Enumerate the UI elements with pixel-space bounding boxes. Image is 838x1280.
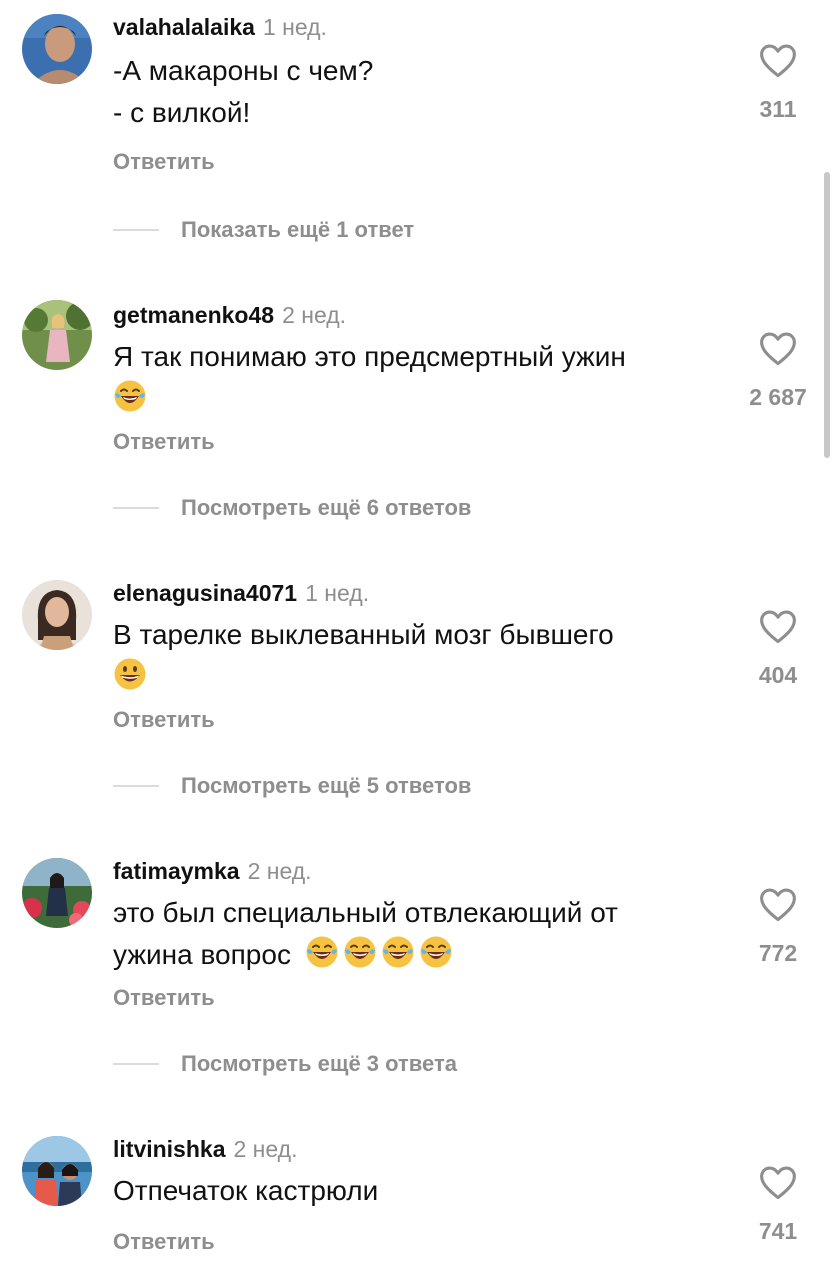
like-button[interactable]: 2 687 (740, 330, 816, 411)
username[interactable]: elenagusina4071 (113, 580, 297, 606)
show-more-replies-button[interactable]: Посмотреть ещё 6 ответов (113, 494, 471, 522)
heart-outline-icon (760, 44, 796, 78)
comment-header: litvinishka 2 нед. (113, 1134, 297, 1164)
heart-outline-icon (760, 888, 796, 922)
divider-line (113, 785, 159, 787)
grinning-face-icon (114, 658, 146, 690)
comment-header: fatimaymka 2 нед. (113, 856, 312, 886)
show-more-replies-label: Посмотреть ещё 6 ответов (181, 495, 472, 520)
like-button[interactable]: 772 (740, 886, 816, 967)
divider-line (113, 1063, 159, 1065)
show-more-replies-button[interactable]: Показать ещё 1 ответ (113, 216, 414, 244)
face-with-tears-of-joy-icon (420, 936, 452, 968)
comment-line: -А макароны с чем? (113, 55, 374, 86)
show-more-replies-button[interactable]: Посмотреть ещё 3 ответа (113, 1050, 457, 1078)
comment-text: Я так понимаю это предсмертный ужин (113, 336, 713, 420)
like-count: 741 (758, 1218, 798, 1244)
like-count: 2 687 (749, 384, 807, 410)
face-with-tears-of-joy-icon (306, 936, 338, 968)
comment-header: elenagusina4071 1 нед. (113, 578, 369, 608)
comment-line-with-emoji: ужина вопрос (113, 934, 713, 976)
comment-header: valahalalaika 1 нед. (113, 12, 327, 42)
comment-text: это был специальный отвлекающий от ужина… (113, 892, 713, 976)
heart-outline-icon (760, 332, 796, 366)
comment-text: -А макароны с чем? - с вилкой! (113, 50, 713, 134)
comment-line: ужина вопрос (113, 939, 291, 970)
like-button[interactable]: 404 (740, 608, 816, 689)
timestamp: 2 нед. (282, 302, 347, 328)
username[interactable]: getmanenko48 (113, 302, 274, 328)
divider-line (113, 507, 159, 509)
like-count: 772 (758, 940, 798, 966)
avatar[interactable] (22, 300, 92, 370)
comment-header: getmanenko48 2 нед. (113, 300, 346, 330)
avatar[interactable] (22, 858, 92, 928)
comment-text: В тарелке выклеванный мозг бывшего (113, 614, 713, 698)
show-more-replies-label: Посмотреть ещё 5 ответов (181, 773, 472, 798)
timestamp: 1 нед. (262, 14, 327, 40)
comment-text: Отпечаток кастрюли (113, 1170, 713, 1212)
show-more-replies-label: Посмотреть ещё 3 ответа (181, 1051, 457, 1076)
username[interactable]: fatimaymka (113, 858, 240, 884)
heart-outline-icon (760, 1166, 796, 1200)
face-with-tears-of-joy-icon (344, 936, 376, 968)
emoji-row (113, 656, 713, 698)
reply-button[interactable]: Ответить (113, 984, 215, 1012)
show-more-replies-button[interactable]: Посмотреть ещё 5 ответов (113, 772, 471, 800)
reply-button[interactable]: Ответить (113, 428, 215, 456)
avatar[interactable] (22, 14, 92, 84)
like-count: 404 (758, 662, 798, 688)
heart-outline-icon (760, 610, 796, 644)
username[interactable]: litvinishka (113, 1136, 225, 1162)
comment-line: Я так понимаю это предсмертный ужин (113, 341, 626, 372)
username[interactable]: valahalalaika (113, 14, 255, 40)
comment-line: это был специальный отвлекающий от (113, 897, 618, 928)
timestamp: 1 нед. (305, 580, 370, 606)
like-button[interactable]: 741 (740, 1164, 816, 1245)
comment-line: - с вилкой! (113, 97, 251, 128)
scrollbar[interactable] (824, 172, 830, 458)
emoji-row (305, 936, 457, 970)
face-with-tears-of-joy-icon (382, 936, 414, 968)
avatar[interactable] (22, 580, 92, 650)
like-button[interactable]: 311 (740, 42, 816, 123)
divider-line (113, 229, 159, 231)
timestamp: 2 нед. (247, 858, 312, 884)
reply-button[interactable]: Ответить (113, 148, 215, 176)
emoji-row (113, 378, 713, 420)
comment-line: В тарелке выклеванный мозг бывшего (113, 619, 614, 650)
show-more-replies-label: Показать ещё 1 ответ (181, 217, 415, 242)
timestamp: 2 нед. (233, 1136, 298, 1162)
avatar[interactable] (22, 1136, 92, 1206)
face-with-tears-of-joy-icon (114, 380, 146, 412)
reply-button[interactable]: Ответить (113, 706, 215, 734)
comment-line: Отпечаток кастрюли (113, 1175, 379, 1206)
like-count: 311 (759, 96, 797, 122)
reply-button[interactable]: Ответить (113, 1228, 215, 1256)
